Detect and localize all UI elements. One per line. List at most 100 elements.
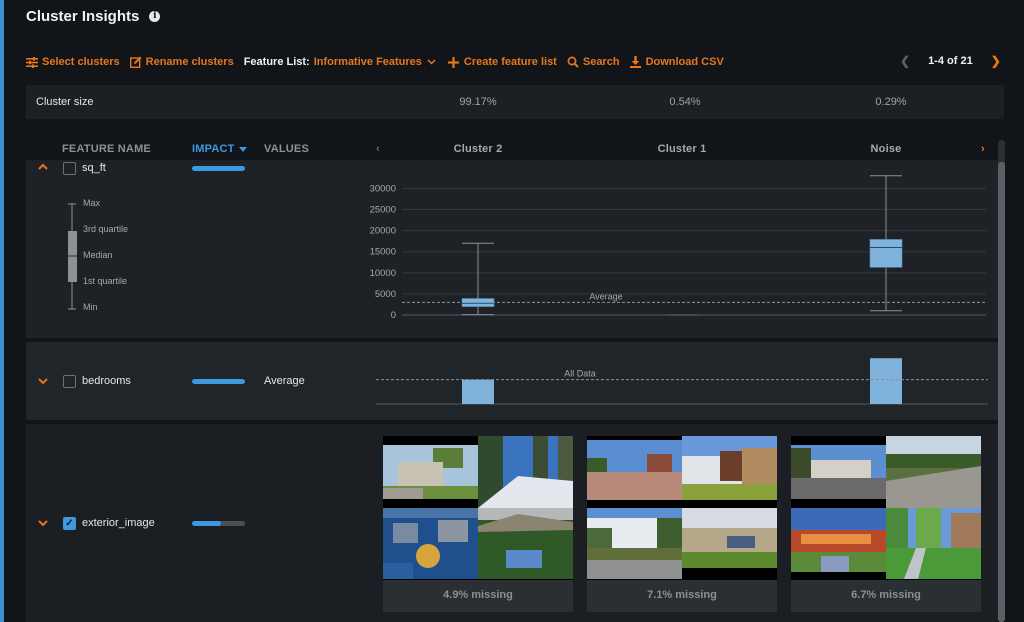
average-label: Average bbox=[589, 291, 622, 301]
image-thumbnail[interactable] bbox=[682, 508, 777, 580]
header-impact[interactable]: IMPACT bbox=[192, 143, 247, 155]
header-cluster: Noise bbox=[870, 143, 902, 155]
missing-label: 6.7% missing bbox=[851, 589, 921, 601]
image-thumbnail[interactable] bbox=[682, 436, 777, 508]
image-thumbnail[interactable] bbox=[383, 436, 478, 508]
toolbar: Select clusters Rename clusters Feature … bbox=[26, 54, 724, 70]
header-feature-name[interactable]: FEATURE NAME bbox=[62, 143, 151, 155]
row-checkbox[interactable] bbox=[63, 162, 76, 175]
legend-q1: 1st quartile bbox=[83, 276, 128, 286]
select-clusters-label: Select clusters bbox=[42, 56, 120, 68]
y-tick-label: 15000 bbox=[370, 247, 396, 258]
legend-max: Max bbox=[83, 198, 101, 208]
page-header: Cluster Insights i bbox=[26, 8, 161, 25]
chevron-down-icon[interactable] bbox=[38, 518, 48, 530]
bar bbox=[870, 358, 902, 404]
image-thumbnail[interactable] bbox=[886, 436, 981, 508]
search-icon bbox=[567, 56, 579, 68]
legend-median: Median bbox=[83, 250, 113, 260]
box-iqr bbox=[461, 298, 495, 307]
select-clusters-button[interactable]: Select clusters bbox=[26, 56, 120, 68]
chevron-right-icon[interactable]: ❯ bbox=[991, 54, 1001, 68]
table-row: bedrooms Average All Data bbox=[26, 342, 998, 420]
impact-bar bbox=[192, 379, 245, 384]
image-card-cluster-1: 7.1% missing bbox=[587, 436, 777, 612]
boxplot-legend-glyph bbox=[68, 203, 77, 310]
boxplot-legend: Max 3rd quartile Median 1st quartile Min bbox=[62, 198, 182, 313]
missing-label: 7.1% missing bbox=[647, 589, 717, 601]
download-csv-label: Download CSV bbox=[645, 56, 724, 68]
chevron-right-icon[interactable]: › bbox=[981, 143, 985, 155]
header-cluster: Cluster 1 bbox=[657, 143, 707, 155]
header-values[interactable]: VALUES bbox=[264, 143, 309, 155]
edit-icon bbox=[129, 56, 142, 68]
y-tick-label: 0 bbox=[391, 310, 396, 321]
feature-list-dropdown[interactable]: Informative Features bbox=[314, 56, 438, 68]
image-thumbnail[interactable] bbox=[587, 508, 682, 580]
info-icon[interactable]: i bbox=[149, 11, 161, 22]
chevron-down-icon[interactable] bbox=[38, 376, 48, 388]
impact-bar bbox=[192, 166, 245, 171]
feature-name: exterior_image bbox=[82, 517, 155, 529]
feature-name: bedrooms bbox=[82, 375, 131, 387]
impact-bar-fill bbox=[192, 379, 245, 384]
pagination-text: 1-4 of 21 bbox=[928, 55, 973, 67]
cluster-size-label: Cluster size bbox=[36, 96, 94, 108]
search-button[interactable]: Search bbox=[567, 56, 620, 68]
header-impact-label: IMPACT bbox=[192, 143, 235, 155]
y-tick-label: 30000 bbox=[370, 183, 396, 194]
download-csv-button[interactable]: Download CSV bbox=[630, 56, 724, 68]
image-card-noise: 6.7% missing bbox=[791, 436, 981, 612]
row-checkbox[interactable] bbox=[63, 375, 76, 388]
chevron-down-icon bbox=[426, 56, 438, 68]
image-thumbnail[interactable] bbox=[791, 508, 886, 580]
all-data-label: All Data bbox=[564, 369, 596, 379]
image-thumbnail[interactable] bbox=[587, 436, 682, 508]
feature-name: sq_ft bbox=[82, 162, 106, 174]
y-tick-label: 20000 bbox=[370, 226, 396, 237]
cluster-size-row: Cluster size 99.17% 0.54% 0.29% bbox=[26, 85, 1004, 119]
pagination: ❮ 1-4 of 21 ❯ bbox=[900, 54, 1001, 68]
impact-bar-fill bbox=[192, 166, 245, 171]
missing-label: 4.9% missing bbox=[443, 589, 513, 601]
chevron-up-icon[interactable] bbox=[38, 161, 48, 173]
table-header: FEATURE NAME IMPACT VALUES ‹ Cluster 2 C… bbox=[26, 140, 998, 160]
image-thumbnail[interactable] bbox=[383, 508, 478, 580]
y-tick-label: 10000 bbox=[370, 268, 396, 279]
rename-clusters-button[interactable]: Rename clusters bbox=[129, 56, 234, 68]
cluster-size-value: 0.54% bbox=[669, 96, 701, 108]
download-icon bbox=[630, 56, 642, 68]
search-label: Search bbox=[582, 56, 620, 68]
left-accent-bar bbox=[0, 0, 4, 622]
image-thumbnail[interactable] bbox=[478, 508, 573, 580]
feature-list-value: Informative Features bbox=[313, 56, 422, 68]
plus-icon bbox=[448, 56, 460, 68]
values-label: Average bbox=[264, 375, 305, 387]
page-title: Cluster Insights bbox=[26, 8, 140, 25]
image-thumbnail[interactable] bbox=[886, 508, 981, 580]
create-feature-list-button[interactable]: Create feature list bbox=[448, 56, 557, 68]
header-cluster: Cluster 2 bbox=[453, 143, 503, 155]
sort-desc-icon bbox=[238, 146, 247, 152]
impact-bar-fill bbox=[192, 521, 222, 526]
scrollbar-thumb[interactable] bbox=[998, 162, 1005, 622]
legend-min: Min bbox=[83, 302, 98, 312]
bedrooms-bar-chart: All Data bbox=[376, 358, 988, 405]
create-feature-list-label: Create feature list bbox=[463, 56, 557, 68]
chevron-left-icon[interactable]: ❮ bbox=[900, 54, 910, 68]
row-checkbox-checked[interactable]: ✓ bbox=[63, 517, 76, 530]
image-thumbnail[interactable] bbox=[478, 436, 573, 508]
cluster-size-value: 99.17% bbox=[459, 96, 497, 108]
legend-q3: 3rd quartile bbox=[83, 224, 129, 234]
y-tick-label: 5000 bbox=[375, 289, 396, 300]
image-thumbnail[interactable] bbox=[791, 436, 886, 508]
table-row: sq_ft Max 3rd quartile Median 1st quarti… bbox=[26, 160, 998, 338]
cluster-size-value: 0.29% bbox=[875, 96, 907, 108]
rename-clusters-label: Rename clusters bbox=[145, 56, 234, 68]
y-tick-label: 25000 bbox=[370, 205, 396, 216]
impact-bar bbox=[192, 521, 245, 526]
box-iqr bbox=[869, 239, 903, 268]
chevron-left-icon[interactable]: ‹ bbox=[376, 143, 380, 155]
sqft-boxplot-chart: 0 5000 10000 15000 20000 25000 30000 Average bbox=[370, 175, 986, 321]
bar bbox=[462, 379, 494, 404]
